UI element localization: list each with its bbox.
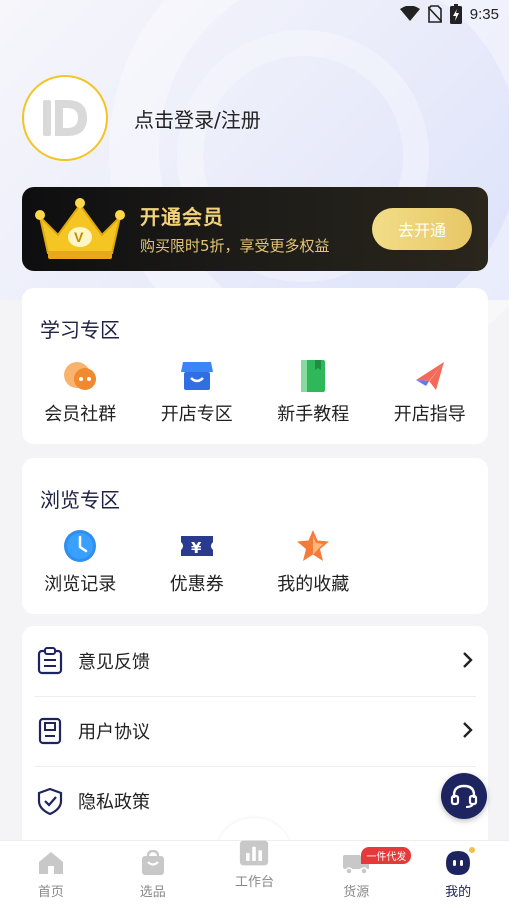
section-title: 浏览专区 [40, 488, 120, 512]
avatar[interactable] [22, 75, 108, 161]
clipboard-icon [36, 647, 64, 675]
grid-item-beginner-tutorial[interactable]: 新手教程 [255, 358, 372, 426]
tab-workbench[interactable]: 工作台 [204, 839, 306, 904]
grid-item-label: 我的收藏 [277, 574, 350, 595]
coupon-icon: ¥ [179, 528, 215, 564]
menu-item-label: 隐私政策 [78, 792, 150, 813]
grid-item-store-guide[interactable]: 开店指导 [372, 358, 489, 426]
headset-icon [450, 784, 478, 808]
grid-item-label: 开店指导 [393, 404, 466, 425]
bar-chart-icon [239, 839, 269, 867]
home-icon [36, 849, 66, 877]
browse-section: 浏览专区 浏览记录 ¥ 优惠券 我的收藏 [22, 458, 488, 614]
battery-charging-icon [449, 4, 462, 24]
grid-item-label: 优惠券 [169, 574, 224, 595]
menu-item-feedback[interactable]: 意见反馈 [22, 626, 488, 696]
vip-banner[interactable]: V 开通会员 购买限时5折，享受更多权益 去开通 [22, 187, 488, 271]
tab-label: 首页 [37, 885, 64, 900]
learning-section: 学习专区 会员社群 开店专区 新手教程 开店指导 [22, 288, 488, 444]
profile-face-icon [443, 849, 473, 877]
login-register-link[interactable]: 点击登录/注册 [134, 104, 261, 133]
store-icon [179, 358, 215, 394]
chevron-right-icon [462, 650, 474, 674]
menu-item-user-agreement[interactable]: 用户协议 [22, 696, 488, 766]
vip-activate-button[interactable]: 去开通 [372, 208, 472, 250]
brand-logo-icon [43, 100, 87, 136]
wifi-icon [399, 6, 420, 22]
star-icon [295, 528, 331, 564]
document-icon [36, 717, 64, 745]
grid-item-label: 浏览记录 [44, 574, 117, 595]
status-bar: 9:35 [0, 0, 509, 28]
grid-item-store-zone[interactable]: 开店专区 [139, 358, 256, 426]
tab-product-selection[interactable]: 选品 [102, 841, 204, 904]
shopping-bag-icon [138, 849, 168, 877]
customer-service-button[interactable] [441, 773, 487, 819]
vip-title: 开通会员 [140, 205, 224, 229]
grid-item-coupons[interactable]: ¥ 优惠券 [139, 528, 256, 596]
tab-supply[interactable]: 货源 一件代发 [305, 841, 412, 904]
crown-icon: V [35, 198, 125, 259]
no-sim-icon [427, 5, 442, 23]
paper-plane-icon [412, 358, 448, 394]
chat-bubble-icon [62, 358, 98, 394]
tab-label: 我的 [445, 885, 472, 900]
profile-header[interactable]: 点击登录/注册 [22, 75, 261, 161]
tab-label: 工作台 [234, 875, 274, 890]
notification-dot [469, 847, 476, 853]
grid-item-label: 新手教程 [277, 404, 350, 425]
svg-text:V: V [74, 229, 84, 245]
grid-item-label: 会员社群 [44, 404, 117, 425]
tab-label: 选品 [139, 885, 166, 900]
shield-icon [36, 787, 64, 815]
clock-icon [62, 528, 98, 564]
grid-item-label: 开店专区 [160, 404, 233, 425]
grid-item-browse-history[interactable]: 浏览记录 [22, 528, 139, 596]
section-title: 学习专区 [40, 318, 120, 342]
svg-text:¥: ¥ [191, 539, 202, 557]
grid-item-my-favorites[interactable]: 我的收藏 [255, 528, 372, 596]
bottom-tab-bar: 首页 选品 工作台 货源 一件代发 我的 [0, 839, 509, 904]
tab-home[interactable]: 首页 [0, 841, 102, 904]
tab-label: 货源 [343, 885, 370, 900]
menu-item-label: 用户协议 [78, 722, 150, 743]
status-time: 9:35 [469, 5, 499, 23]
vip-subtitle: 购买限时5折，享受更多权益 [140, 237, 330, 255]
tab-mine[interactable]: 我的 [407, 841, 509, 904]
dropship-badge: 一件代发 [361, 847, 412, 864]
grid-item-member-community[interactable]: 会员社群 [22, 358, 139, 426]
chevron-right-icon [462, 720, 474, 744]
menu-item-label: 意见反馈 [78, 652, 150, 673]
book-icon [295, 358, 331, 394]
